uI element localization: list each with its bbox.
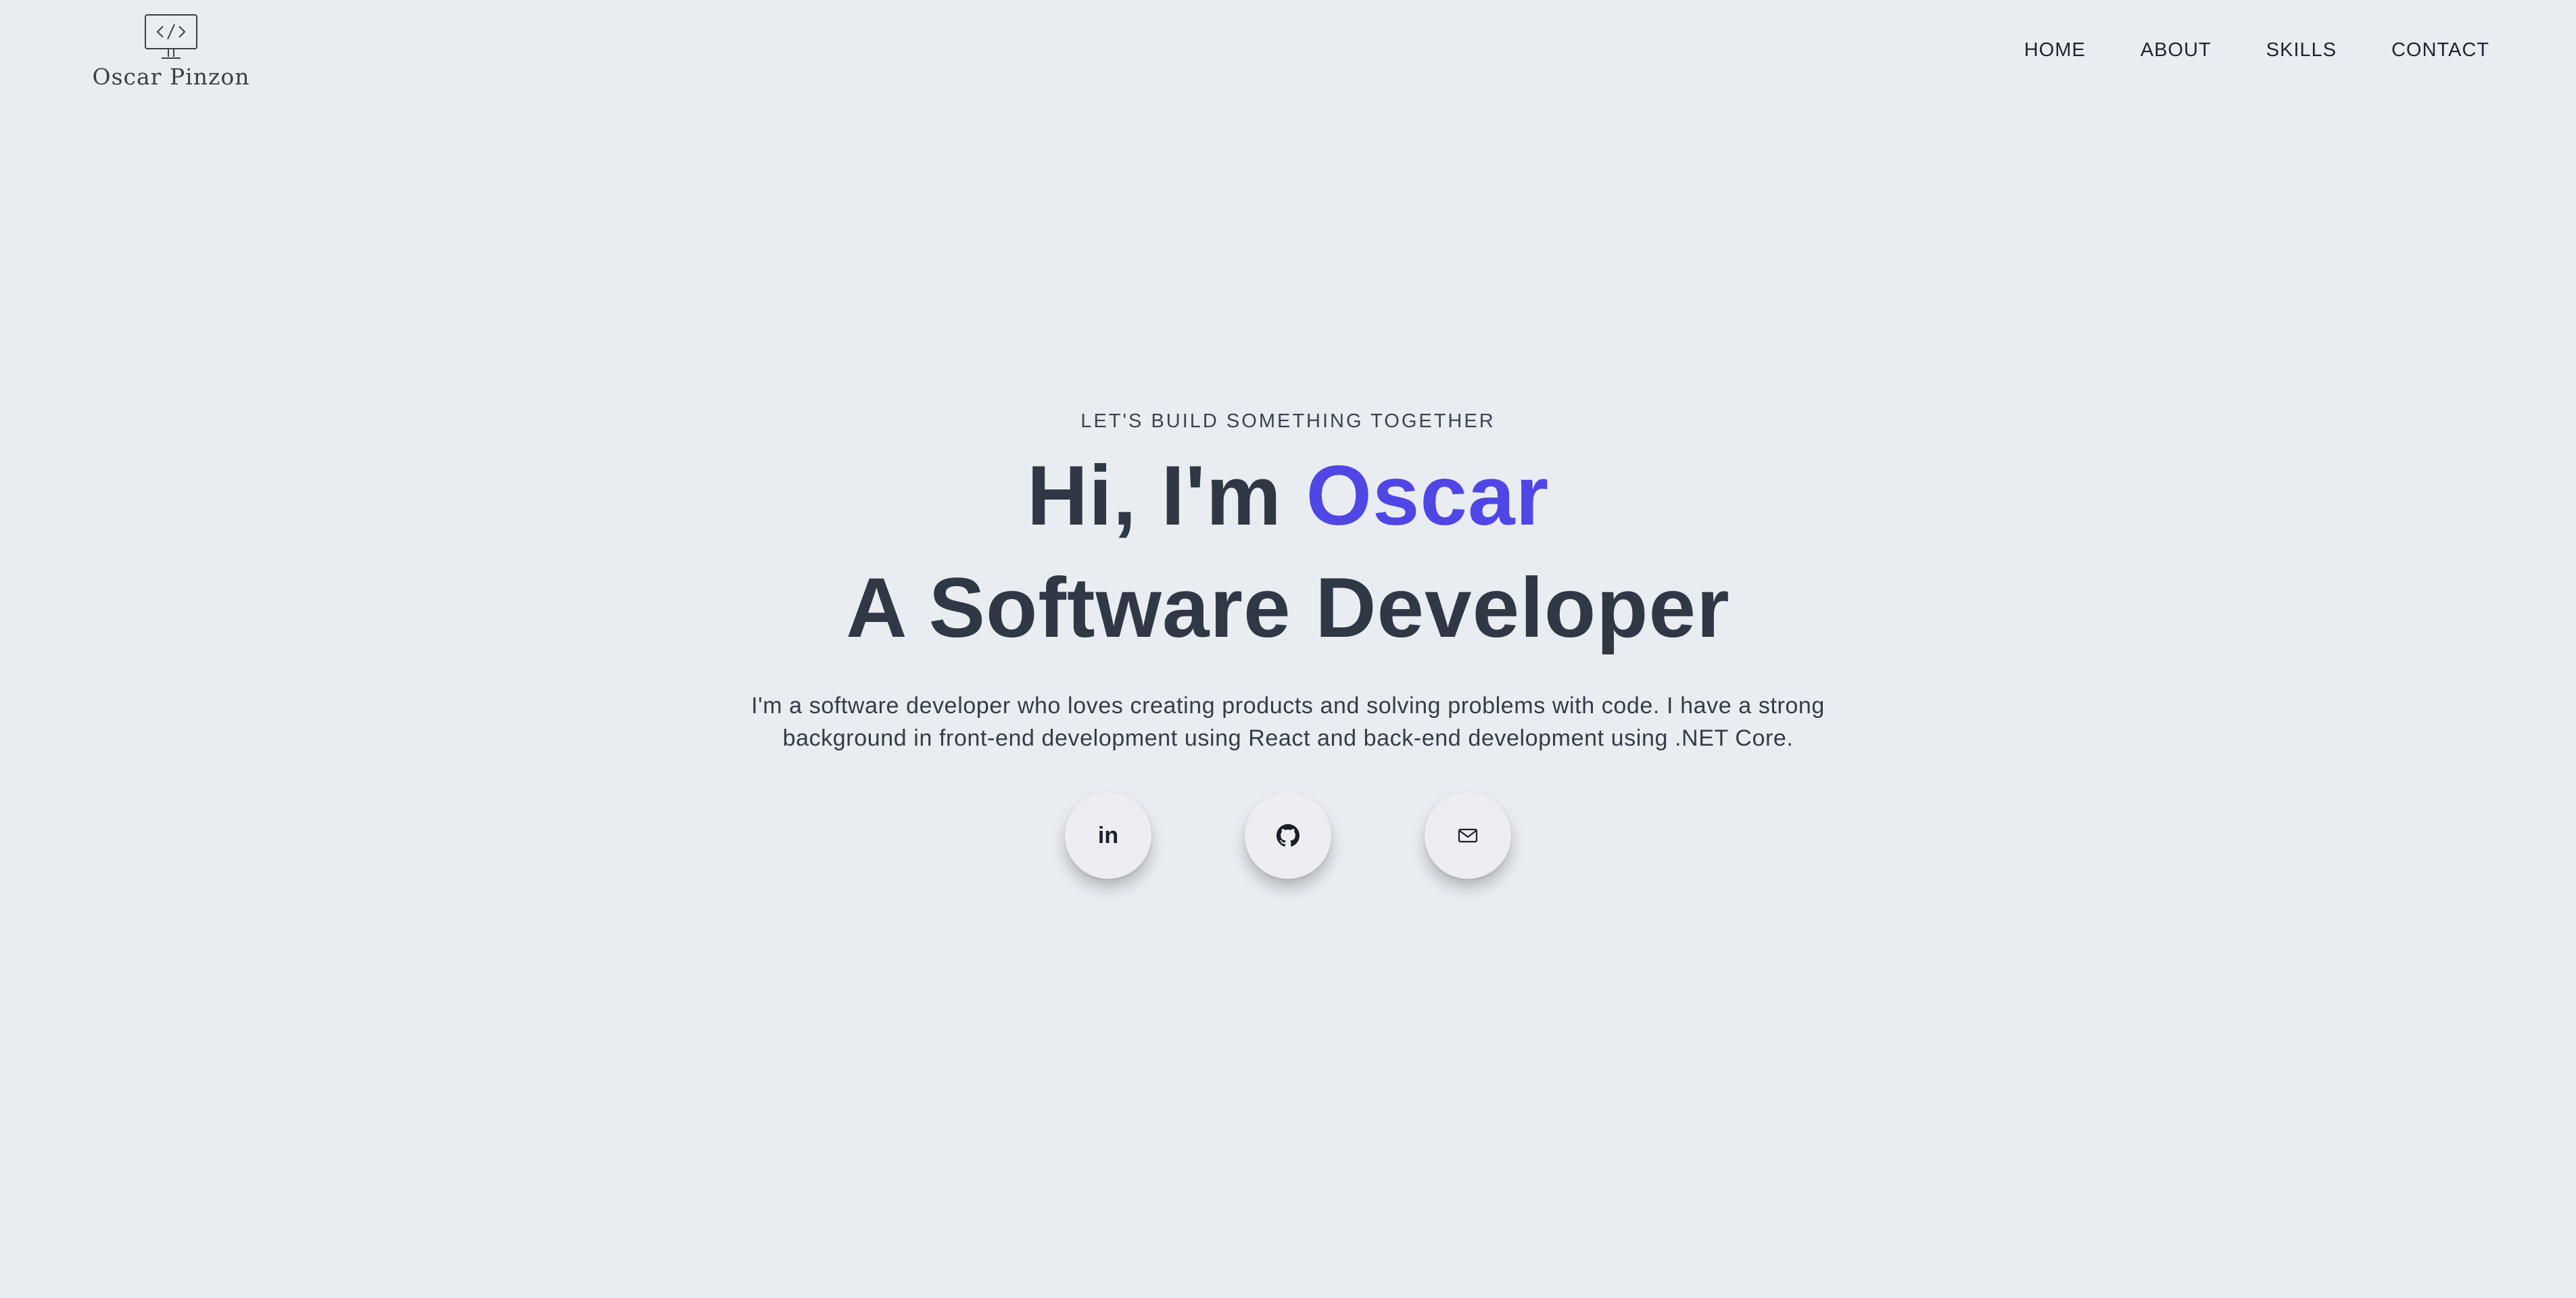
nav-skills[interactable]: SKILLS — [2266, 39, 2337, 62]
linkedin-icon: in — [1097, 822, 1119, 848]
linkedin-button[interactable]: in — [1065, 792, 1151, 879]
github-button[interactable] — [1245, 792, 1331, 879]
hero-title: Hi, I'm Oscar — [0, 442, 2576, 550]
github-icon — [1277, 824, 1299, 847]
code-monitor-icon — [145, 14, 197, 59]
hero-description: I'm a software developer who loves creat… — [751, 693, 1825, 751]
mail-icon — [1458, 828, 1478, 843]
social-links: in — [0, 792, 2576, 879]
main-nav: HOME ABOUT SKILLS CONTACT — [2024, 39, 2489, 62]
nav-contact[interactable]: CONTACT — [2391, 39, 2489, 62]
nav-about[interactable]: ABOUT — [2141, 39, 2212, 62]
nav-home[interactable]: HOME — [2024, 39, 2086, 62]
logo-name: Oscar Pinzon — [92, 64, 250, 90]
email-button[interactable] — [1425, 792, 1511, 879]
hero-title-prefix: Hi, I'm — [1026, 449, 1306, 543]
hero-tagline: LET'S BUILD SOMETHING TOGETHER — [1080, 410, 1496, 432]
logo[interactable]: Oscar Pinzon — [93, 14, 249, 97]
hero-section: LET'S BUILD SOMETHING TOGETHER Hi, I'm O… — [0, 406, 2576, 754]
hero-title-name: Oscar — [1306, 449, 1550, 543]
hero-subtitle: A Software Developer — [846, 561, 1730, 655]
